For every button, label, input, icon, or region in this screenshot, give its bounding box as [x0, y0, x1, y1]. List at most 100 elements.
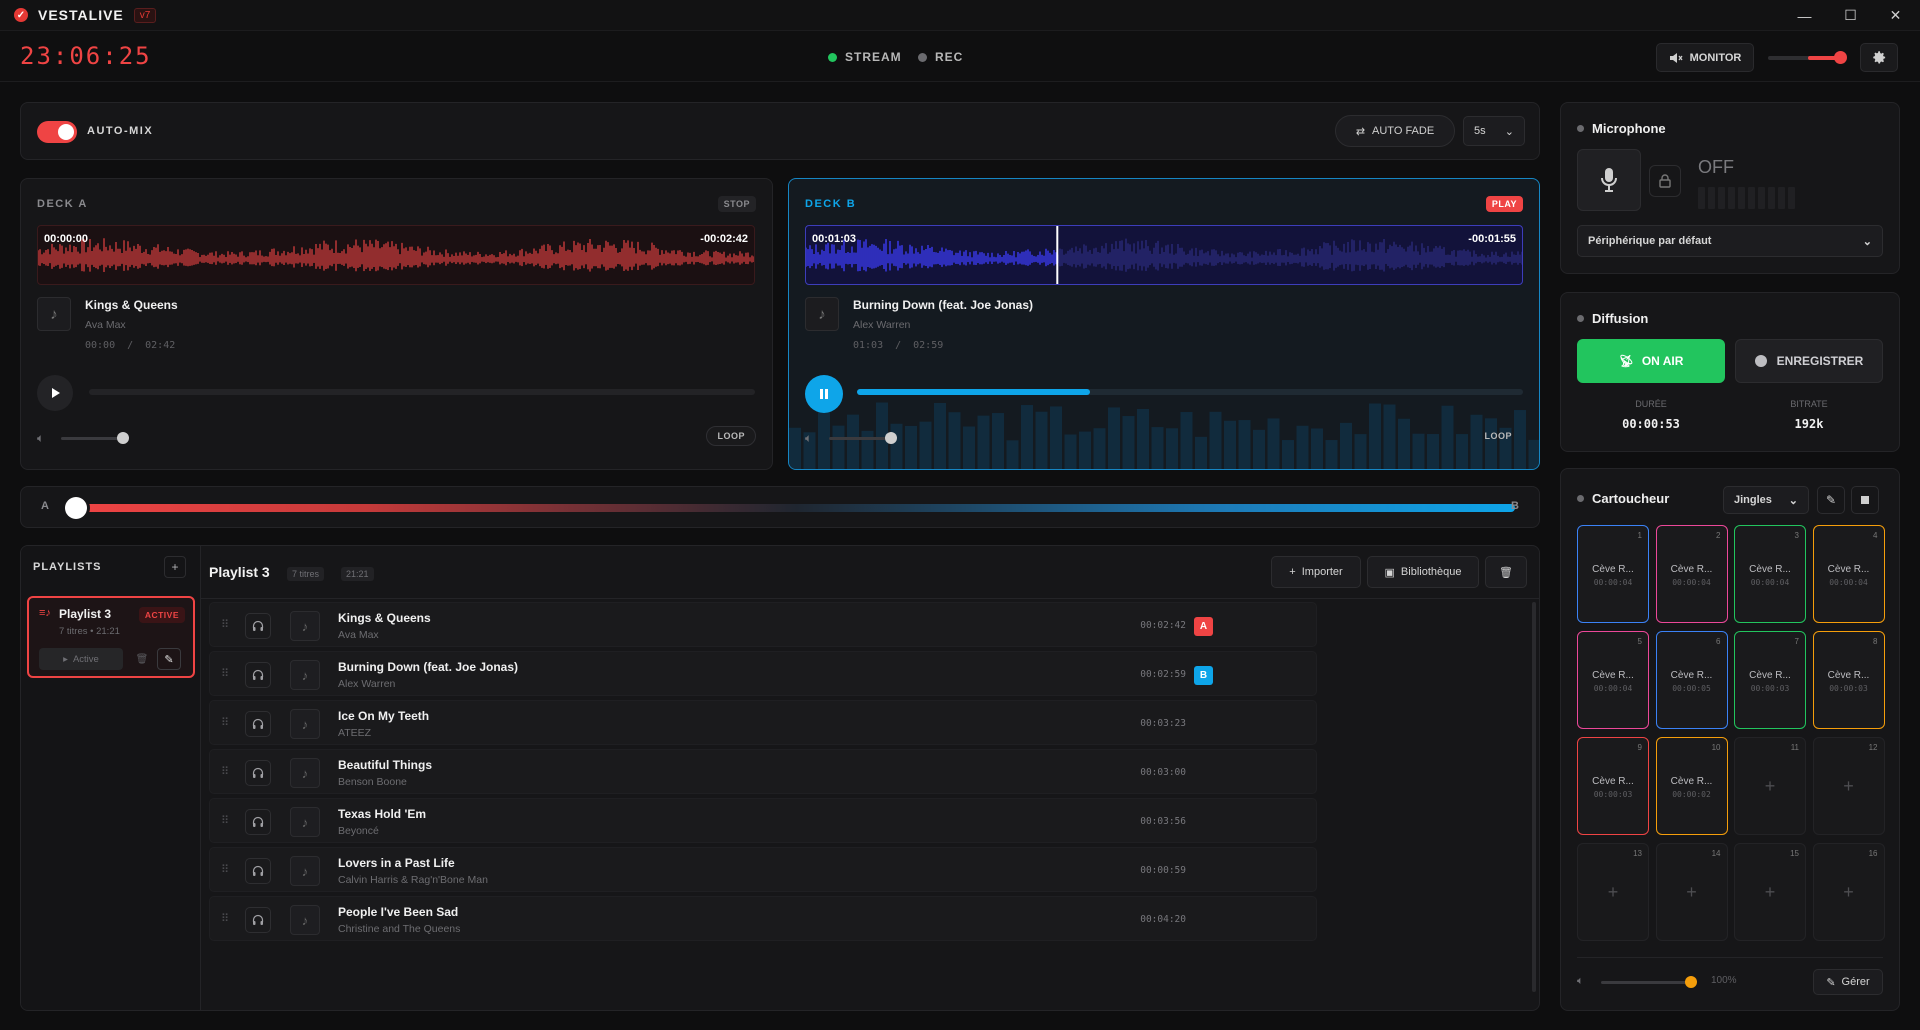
auto-fade-button[interactable]: ⇄ AUTO FADE	[1335, 115, 1455, 147]
rec-label: REC	[935, 50, 964, 64]
headphones-preview-button[interactable]	[245, 760, 271, 786]
deck-a-waveform[interactable]: 00:00:00 -00:02:42	[37, 225, 755, 285]
table-row[interactable]: ⠿ ♪ Beautiful Things Benson Boone 00:03:00	[209, 749, 1317, 794]
record-dot-icon	[1754, 355, 1767, 367]
deck-a-loop-button[interactable]: LOOP	[706, 426, 756, 446]
import-button[interactable]: + Importer	[1271, 556, 1361, 588]
playlist-active-button[interactable]: ▸ Active	[39, 648, 123, 670]
cart-title: Cève R...	[1670, 776, 1713, 787]
minimize-button[interactable]: —	[1782, 0, 1827, 31]
manage-carts-button[interactable]: ✎ Gérer	[1813, 969, 1883, 995]
cart-volume-slider[interactable]	[1601, 976, 1697, 988]
spectrum-bar	[934, 402, 946, 469]
drag-handle-icon[interactable]: ⠿	[221, 618, 229, 631]
deck-a-volume-slider[interactable]	[61, 432, 129, 444]
cart-slot-16[interactable]: 16 +	[1812, 843, 1885, 941]
table-row[interactable]: ⠿ ♪ Burning Down (feat. Joe Jonas) Alex War…	[209, 651, 1317, 696]
cart-volume-knob[interactable]	[1685, 976, 1697, 988]
cart-slot-15[interactable]: 15 +	[1734, 843, 1806, 941]
cart-slot-14[interactable]: 14 +	[1655, 843, 1728, 941]
cart-slot-8[interactable]: 8 Cève R... 00:00:03	[1812, 631, 1885, 729]
cart-slot-10[interactable]: 10 Cève R... 00:00:02	[1655, 737, 1728, 835]
cart-slot-3[interactable]: 3 Cève R... 00:00:04	[1734, 525, 1806, 623]
cart-title: Cève R...	[1670, 670, 1713, 681]
cart-slot-9[interactable]: 9 Cève R... 00:00:03	[1577, 737, 1649, 835]
drag-handle-icon[interactable]: ⠿	[221, 667, 229, 680]
on-air-button[interactable]: 📡︎ ON AIR	[1577, 339, 1725, 383]
crossfader-track[interactable]	[77, 504, 1515, 512]
deck-b-volume-knob[interactable]	[885, 432, 897, 444]
headphones-preview-button[interactable]	[245, 613, 271, 639]
deck-b-volume-slider[interactable]	[829, 432, 897, 444]
cart-slot-5[interactable]: 5 Cève R... 00:00:04	[1577, 631, 1649, 729]
library-button[interactable]: ▣ Bibliothèque	[1367, 556, 1479, 588]
settings-button[interactable]	[1860, 43, 1898, 72]
microphone-device-select[interactable]: Périphérique par défaut ⌄	[1577, 225, 1883, 257]
cart-slot-7[interactable]: 7 Cève R... 00:00:03	[1734, 631, 1806, 729]
cart-slot-2[interactable]: 2 Cève R... 00:00:04	[1655, 525, 1728, 623]
spectrum-bar	[847, 414, 859, 469]
drag-handle-icon[interactable]: ⠿	[221, 863, 229, 876]
monitor-label: MONITOR	[1689, 51, 1742, 64]
record-button[interactable]: ENREGISTRER	[1735, 339, 1883, 383]
spectrum-bar	[1122, 416, 1135, 469]
cart-slot-1[interactable]: 1 Cève R... 00:00:04	[1577, 525, 1649, 623]
table-row[interactable]: ⠿ ♪ Ice On My Teeth ATEEZ 00:03:23	[209, 700, 1317, 745]
cart-title: Cève R...	[1749, 670, 1791, 681]
playlist-delete-icon[interactable]: 🗑︎	[131, 648, 153, 670]
table-row[interactable]: ⠿ ♪ Lovers in a Past Life Calvin Harris & R…	[209, 847, 1317, 892]
headphones-preview-button[interactable]	[245, 858, 271, 884]
cart-duration: 00:00:03	[1750, 684, 1790, 693]
deck-b-waveform[interactable]: 00:01:03 -00:01:55	[805, 225, 1523, 285]
deck-a-progress-bar[interactable]	[89, 389, 755, 395]
cartoucheur-edit-icon[interactable]: ✎	[1817, 486, 1845, 514]
playlist-edit-icon[interactable]: ✎	[157, 648, 181, 670]
deck-b-pause-button[interactable]	[805, 375, 843, 413]
table-row[interactable]: ⠿ ♪ Texas Hold 'Em Beyoncé 00:03:56	[209, 798, 1317, 843]
cart-slot-12[interactable]: 12 +	[1812, 737, 1885, 835]
track-list-scrollbar[interactable]	[1532, 602, 1536, 992]
monitor-volume-slider[interactable]	[1768, 51, 1847, 64]
monitor-button[interactable]: MONITOR	[1656, 43, 1754, 72]
monitor-volume-knob[interactable]	[1834, 51, 1847, 64]
spectrum-bar	[1456, 434, 1468, 469]
spectrum-bar	[789, 427, 801, 469]
track-duration: 00:02:42	[1140, 620, 1186, 631]
drag-handle-icon[interactable]: ⠿	[221, 814, 229, 827]
headphones-preview-button[interactable]	[245, 662, 271, 688]
drag-handle-icon[interactable]: ⠿	[221, 716, 229, 729]
spectrum-bar	[1238, 420, 1251, 469]
playlist-item-playlist-3[interactable]: ≡♪ Playlist 3 ACTIVE 7 titres • 21:21 ▸ …	[27, 596, 195, 678]
headphones-preview-button[interactable]	[245, 711, 271, 737]
drag-handle-icon[interactable]: ⠿	[221, 912, 229, 925]
crossfader-knob[interactable]	[65, 497, 87, 519]
deck-b-loop-button[interactable]: LOOP	[1473, 426, 1523, 446]
cartoucheur-title: Cartoucheur	[1592, 491, 1670, 506]
clear-playlist-button[interactable]: 🗑︎	[1485, 556, 1527, 588]
deck-b-progress-bar[interactable]	[857, 389, 1523, 395]
rec-status[interactable]: REC	[918, 50, 963, 64]
table-row[interactable]: ⠿ ♪ People I've Been Sad Christine and The …	[209, 896, 1317, 941]
add-playlist-button[interactable]: +	[164, 556, 186, 578]
cartoucheur-stop-button[interactable]	[1851, 486, 1879, 514]
close-button[interactable]: ✕	[1873, 0, 1918, 31]
deck-a-play-button[interactable]	[37, 375, 73, 411]
stream-status[interactable]: STREAM	[828, 50, 902, 64]
automix-toggle[interactable]	[37, 121, 77, 143]
microphone-device-value: Périphérique par défaut	[1588, 235, 1712, 247]
deck-a-volume-knob[interactable]	[117, 432, 129, 444]
maximize-button[interactable]: ☐	[1828, 0, 1873, 31]
cart-slot-4[interactable]: 4 Cève R... 00:00:04	[1812, 525, 1885, 623]
headphones-preview-button[interactable]	[245, 809, 271, 835]
cart-slot-11[interactable]: 11 +	[1734, 737, 1806, 835]
cart-slot-6[interactable]: 6 Cève R... 00:00:05	[1655, 631, 1728, 729]
cart-slot-13[interactable]: 13 +	[1577, 843, 1649, 941]
mic-meter-segment	[1698, 187, 1705, 209]
microphone-button[interactable]	[1577, 149, 1641, 211]
table-row[interactable]: ⠿ ♪ Kings & Queens Ava Max 00:02:42 A	[209, 602, 1317, 647]
headphones-preview-button[interactable]	[245, 907, 271, 933]
cartoucheur-set-select[interactable]: Jingles ⌄	[1723, 486, 1809, 514]
drag-handle-icon[interactable]: ⠿	[221, 765, 229, 778]
mic-lock-button[interactable]	[1649, 165, 1681, 197]
fade-duration-select[interactable]: 5s ⌄	[1463, 116, 1525, 146]
